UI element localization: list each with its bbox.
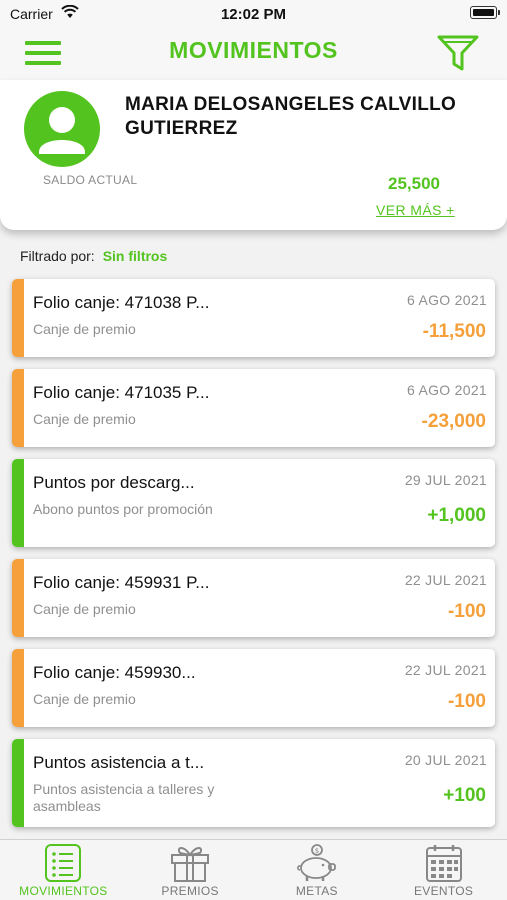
transaction-card[interactable]: Folio canje: 459931 P... Canje de premio… xyxy=(12,559,495,637)
saldo-value: 25,500 xyxy=(388,174,440,193)
piggy-bank-icon: $ xyxy=(296,844,336,881)
transaction-subtitle: Canje de premio xyxy=(33,411,136,427)
saldo-label: SALDO ACTUAL xyxy=(43,173,138,187)
transaction-title: Folio canje: 459931 P... xyxy=(33,573,210,592)
list-icon xyxy=(45,844,82,882)
transaction-amount: +1,000 xyxy=(427,505,486,526)
ver-mas-link[interactable]: VER MÁS + xyxy=(376,202,455,218)
transaction-date: 22 JUL 2021 xyxy=(404,662,487,678)
filter-label: Filtrado por: xyxy=(20,248,95,264)
transaction-type-indicator xyxy=(12,559,24,637)
transaction-title: Puntos por descarg... xyxy=(33,473,195,492)
transaction-type-indicator xyxy=(12,649,24,727)
transaction-subtitle: Abono puntos por promoción xyxy=(33,501,213,517)
transaction-amount: -11,500 xyxy=(422,321,486,342)
profile-card: MARIA DELOSANGELES CALVILLO GUTIERREZ SA… xyxy=(0,80,507,230)
transaction-title: Folio canje: 459930... xyxy=(33,663,196,682)
transaction-card[interactable]: Puntos por descarg... Abono puntos por p… xyxy=(12,459,495,547)
transaction-type-indicator xyxy=(12,369,24,447)
tab-eventos[interactable]: EVENTOS xyxy=(380,840,507,900)
navigation-bar: MOVIMIENTOS xyxy=(0,28,507,80)
transaction-card[interactable]: Puntos asistencia a t... Puntos asistenc… xyxy=(12,739,495,827)
transaction-title: Folio canje: 471038 P... xyxy=(33,293,210,312)
transaction-subtitle: Canje de premio xyxy=(33,601,136,617)
transaction-subtitle: Canje de premio xyxy=(33,321,136,337)
transaction-title: Puntos asistencia a t... xyxy=(33,753,205,772)
user-full-name: MARIA DELOSANGELES CALVILLO GUTIERREZ xyxy=(125,94,457,139)
transaction-date: 6 AGO 2021 xyxy=(406,382,487,398)
tab-label: METAS xyxy=(295,884,338,898)
gift-icon xyxy=(171,847,210,882)
transaction-amount: +100 xyxy=(443,785,486,806)
tab-label: EVENTOS xyxy=(414,884,474,898)
tab-metas[interactable]: $ METAS xyxy=(254,840,381,900)
tab-label: PREMIOS xyxy=(161,884,219,898)
filter-funnel-icon[interactable] xyxy=(436,33,480,73)
page-title: MOVIMIENTOS xyxy=(169,37,338,63)
tab-movimientos[interactable]: MOVIMIENTOS xyxy=(0,840,127,900)
transaction-date: 22 JUL 2021 xyxy=(404,572,487,588)
transaction-card[interactable]: Folio canje: 471038 P... Canje de premio… xyxy=(12,279,495,357)
transaction-subtitle: Puntos asistencia a talleres y asambleas xyxy=(33,781,215,814)
transaction-date: 29 JUL 2021 xyxy=(404,472,487,488)
transaction-card[interactable]: Folio canje: 459930... Canje de premio 2… xyxy=(12,649,495,727)
tab-premios[interactable]: PREMIOS xyxy=(127,840,254,900)
calendar-icon xyxy=(425,845,462,882)
clock-time: 12:02 PM xyxy=(220,6,287,23)
filter-value: Sin filtros xyxy=(102,248,168,264)
battery-icon xyxy=(470,6,500,19)
svg-text:$: $ xyxy=(315,847,319,855)
status-bar: Carrier 12:02 PM xyxy=(0,0,507,28)
bottom-tab-bar: MOVIMIENTOS PREMIOS $ METAS EVENTOS xyxy=(0,839,507,900)
transaction-date: 6 AGO 2021 xyxy=(406,292,487,308)
transaction-subtitle: Canje de premio xyxy=(33,691,136,707)
transaction-type-indicator xyxy=(12,739,24,827)
transactions-list: Folio canje: 471038 P... Canje de premio… xyxy=(12,279,495,839)
tab-label: MOVIMIENTOS xyxy=(19,884,108,898)
filter-status: Filtrado por: Sin filtros xyxy=(20,248,167,264)
transaction-date: 20 JUL 2021 xyxy=(404,752,487,768)
transaction-type-indicator xyxy=(12,279,24,357)
transaction-title: Folio canje: 471035 P... xyxy=(33,383,210,402)
transaction-card[interactable]: Folio canje: 471035 P... Canje de premio… xyxy=(12,369,495,447)
transaction-amount: -23,000 xyxy=(421,411,486,432)
transaction-amount: -100 xyxy=(447,601,486,622)
transaction-amount: -100 xyxy=(447,691,486,712)
user-avatar-icon xyxy=(24,91,100,167)
transaction-type-indicator xyxy=(12,459,24,547)
